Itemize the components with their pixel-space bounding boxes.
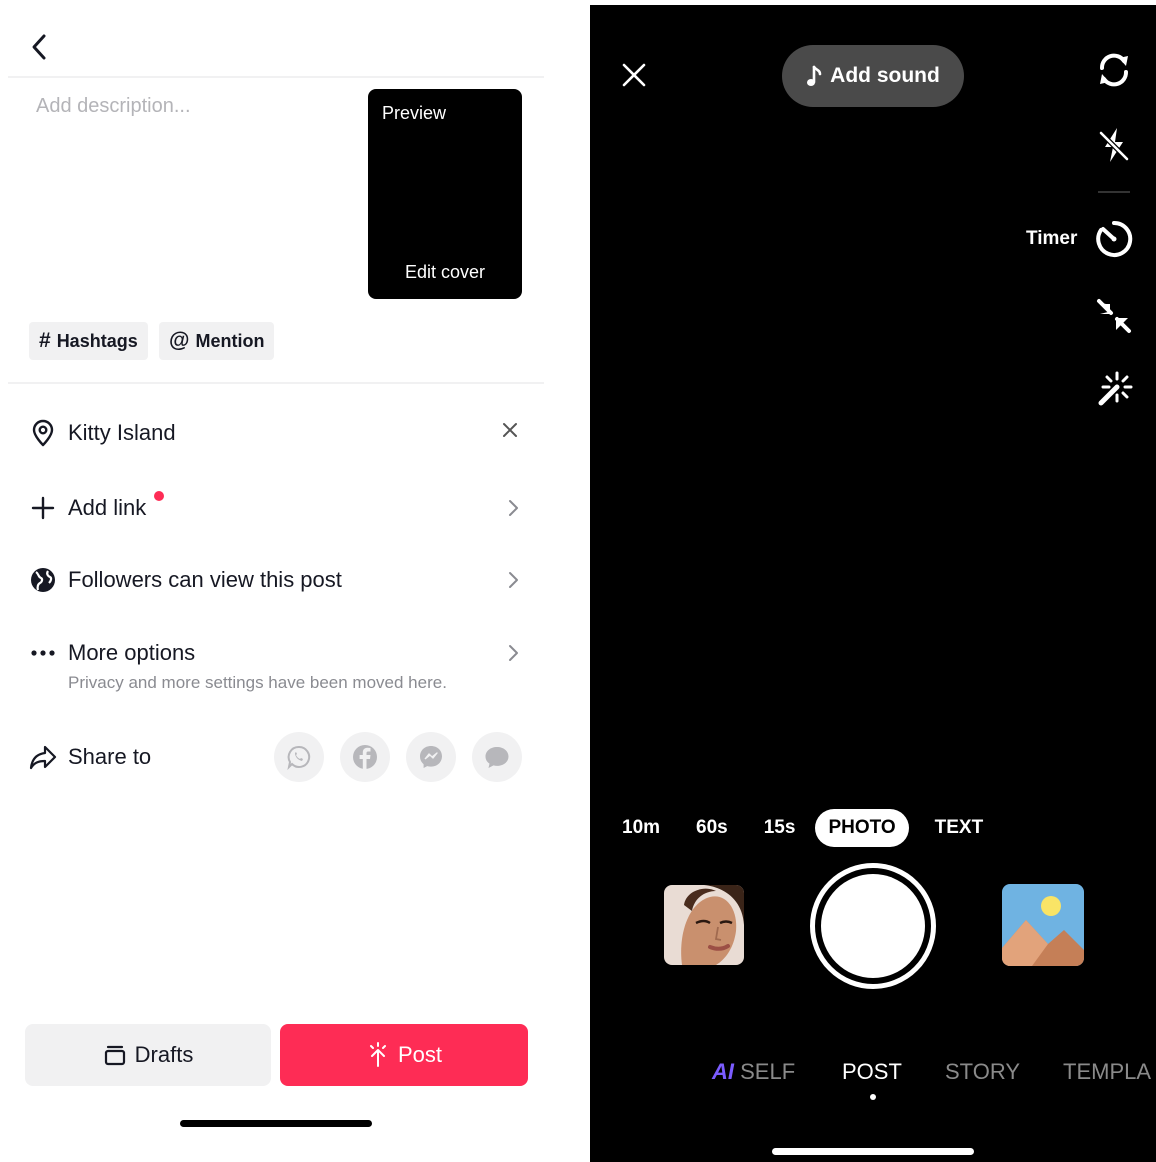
chevron-right-icon	[509, 572, 518, 588]
camera-panel: Add sound Timer 10m 60s 15s PHOTO TEXT A…	[590, 5, 1156, 1162]
collapse-icon	[1097, 299, 1131, 333]
flash-off-icon	[1099, 128, 1129, 162]
more-options-row[interactable]: More options	[0, 634, 552, 672]
home-indicator	[772, 1148, 974, 1155]
tab-templates[interactable]: TEMPLA	[1063, 1059, 1151, 1085]
globe-icon	[28, 565, 58, 595]
add-link-label: Add link	[68, 495, 147, 520]
back-button[interactable]	[22, 28, 56, 66]
privacy-row[interactable]: Followers can view this post	[0, 561, 552, 599]
new-badge-dot	[154, 491, 164, 501]
face-thumbnail-icon	[664, 885, 744, 965]
share-row: Share to	[0, 738, 260, 776]
message-icon	[485, 747, 509, 768]
share-arrow-icon	[28, 742, 58, 772]
face-effect-thumbnail[interactable]	[664, 885, 744, 965]
active-tab-indicator	[870, 1094, 876, 1100]
remove-location-button[interactable]	[502, 422, 518, 443]
shutter-inner	[821, 874, 925, 978]
shutter-button[interactable]	[810, 863, 936, 989]
header-divider	[8, 76, 544, 78]
facebook-icon	[353, 745, 377, 769]
effects-button[interactable]	[1092, 368, 1136, 412]
message-share-button[interactable]	[472, 732, 522, 782]
capture-mode-selector: 10m 60s 15s PHOTO TEXT	[622, 809, 983, 847]
toolbar-divider	[1098, 191, 1130, 193]
gallery-button[interactable]	[1002, 884, 1084, 966]
ai-label: AI	[712, 1059, 734, 1084]
mode-10m[interactable]: 10m	[622, 817, 660, 839]
hashtags-chip[interactable]: # Hashtags	[29, 322, 148, 360]
mode-text[interactable]: TEXT	[935, 817, 984, 839]
more-options-label: More options	[68, 640, 196, 665]
chevron-right-icon	[509, 500, 518, 516]
music-note-icon	[807, 65, 822, 86]
timer-icon	[1096, 220, 1133, 257]
flip-camera-button[interactable]	[1092, 48, 1136, 92]
more-dots-icon	[28, 638, 58, 668]
messenger-icon	[420, 746, 442, 768]
drafts-icon	[104, 1045, 125, 1066]
whatsapp-share-button[interactable]	[274, 732, 324, 782]
mode-15s[interactable]: 15s	[764, 817, 796, 839]
share-label: Share to	[68, 744, 152, 769]
location-label: Kitty Island	[68, 420, 176, 445]
at-icon: @	[169, 329, 190, 352]
add-link-row[interactable]: Add link	[0, 489, 552, 527]
post-label: Post	[397, 1042, 443, 1067]
visibility-label: Followers can view this post	[68, 567, 342, 592]
cover-preview[interactable]: Preview Edit cover	[368, 89, 522, 299]
flip-camera-icon	[1099, 53, 1129, 87]
edit-cover-button[interactable]: Edit cover	[368, 262, 522, 283]
mention-label: Mention	[195, 330, 265, 351]
add-sound-label: Add sound	[830, 64, 940, 87]
close-icon	[503, 423, 517, 437]
gallery-icon	[1002, 884, 1084, 966]
chevron-left-icon	[32, 34, 46, 60]
hashtags-label: Hashtags	[56, 330, 138, 351]
drafts-button[interactable]: Drafts	[25, 1024, 271, 1086]
location-pin-icon	[28, 418, 58, 448]
mention-chip[interactable]: @ Mention	[159, 322, 275, 360]
sparkle-upload-icon	[369, 1042, 386, 1067]
drafts-label: Drafts	[134, 1042, 194, 1067]
tab-ai-self[interactable]: AI SELF	[712, 1059, 795, 1085]
mode-photo[interactable]: PHOTO	[815, 809, 909, 847]
flash-toggle-button[interactable]	[1092, 123, 1136, 167]
close-camera-button[interactable]	[618, 59, 650, 91]
tab-post[interactable]: POST	[842, 1059, 902, 1085]
add-sound-button[interactable]: Add sound	[782, 45, 964, 107]
close-icon	[622, 63, 646, 87]
collapse-button[interactable]	[1092, 294, 1136, 338]
messenger-share-button[interactable]	[406, 732, 456, 782]
tab-story[interactable]: STORY	[945, 1059, 1020, 1085]
location-row[interactable]: Kitty Island	[0, 414, 552, 452]
chevron-right-icon	[509, 645, 518, 661]
timer-label: Timer	[1026, 228, 1078, 249]
hash-icon: #	[39, 329, 51, 352]
magic-wand-icon	[1098, 371, 1133, 406]
self-label: SELF	[740, 1059, 796, 1084]
preview-label: Preview	[382, 103, 447, 123]
description-input[interactable]	[28, 86, 348, 126]
timer-button[interactable]	[1092, 217, 1136, 261]
mode-60s[interactable]: 60s	[696, 817, 728, 839]
home-indicator	[180, 1120, 372, 1127]
section-divider	[8, 382, 544, 384]
whatsapp-icon	[287, 745, 311, 770]
post-button[interactable]: Post	[280, 1024, 528, 1086]
facebook-share-button[interactable]	[340, 732, 390, 782]
more-options-subtitle: Privacy and more settings have been move…	[68, 673, 447, 692]
post-editor-panel: Preview Edit cover # Hashtags @ Mention …	[0, 0, 552, 1162]
plus-icon	[28, 493, 58, 523]
